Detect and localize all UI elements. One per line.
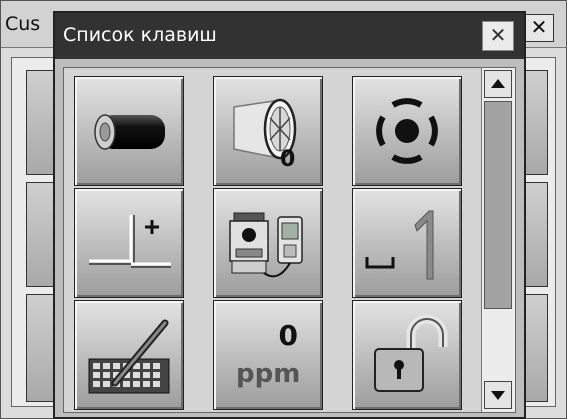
arrow-down-icon	[491, 391, 505, 400]
key-grid: 0 0 ppm	[63, 67, 516, 413]
prism-lens-icon	[233, 98, 297, 160]
space-one-icon	[365, 210, 434, 280]
keyboard-pen-icon	[88, 319, 170, 394]
tilt-correction-key[interactable]	[74, 188, 184, 298]
arrow-up-icon	[491, 79, 505, 88]
laser-target-key[interactable]	[352, 76, 462, 186]
total-station-icon	[229, 212, 303, 278]
key-list-dialog: Список клавиш ✕ 0 0 ppm	[53, 11, 526, 419]
background-tile	[524, 70, 548, 175]
scroll-down-button[interactable]	[484, 381, 512, 409]
dialog-title: Список клавиш	[63, 24, 217, 46]
ppm-unit: ppm	[236, 359, 301, 389]
dialog-title-bar: Список клавиш ✕	[55, 13, 524, 59]
ppm-key[interactable]: 0 ppm	[213, 300, 323, 410]
background-close-button[interactable]: ✕	[524, 14, 554, 42]
laser-target-icon	[376, 98, 438, 164]
battery-key[interactable]	[74, 76, 184, 186]
background-tile	[524, 182, 548, 287]
prism-constant-value: 0	[280, 147, 296, 172]
keyboard-key[interactable]	[74, 300, 184, 410]
scrollbar-thumb[interactable]	[484, 101, 512, 309]
battery-icon	[94, 114, 165, 150]
prism-constant-key[interactable]: 0	[213, 76, 323, 186]
unlock-key[interactable]	[352, 300, 462, 410]
vertical-scrollbar[interactable]	[481, 68, 515, 412]
dialog-close-button[interactable]: ✕	[482, 21, 514, 51]
plumb-offset-icon	[89, 215, 171, 268]
scroll-up-button[interactable]	[484, 70, 512, 98]
background-window-title: Cus	[5, 13, 41, 35]
unlocked-padlock-icon	[374, 314, 448, 392]
instrument-link-key[interactable]	[213, 188, 323, 298]
ppm-value: 0	[278, 319, 298, 352]
background-tile	[524, 294, 548, 402]
space-one-key[interactable]	[352, 188, 462, 298]
